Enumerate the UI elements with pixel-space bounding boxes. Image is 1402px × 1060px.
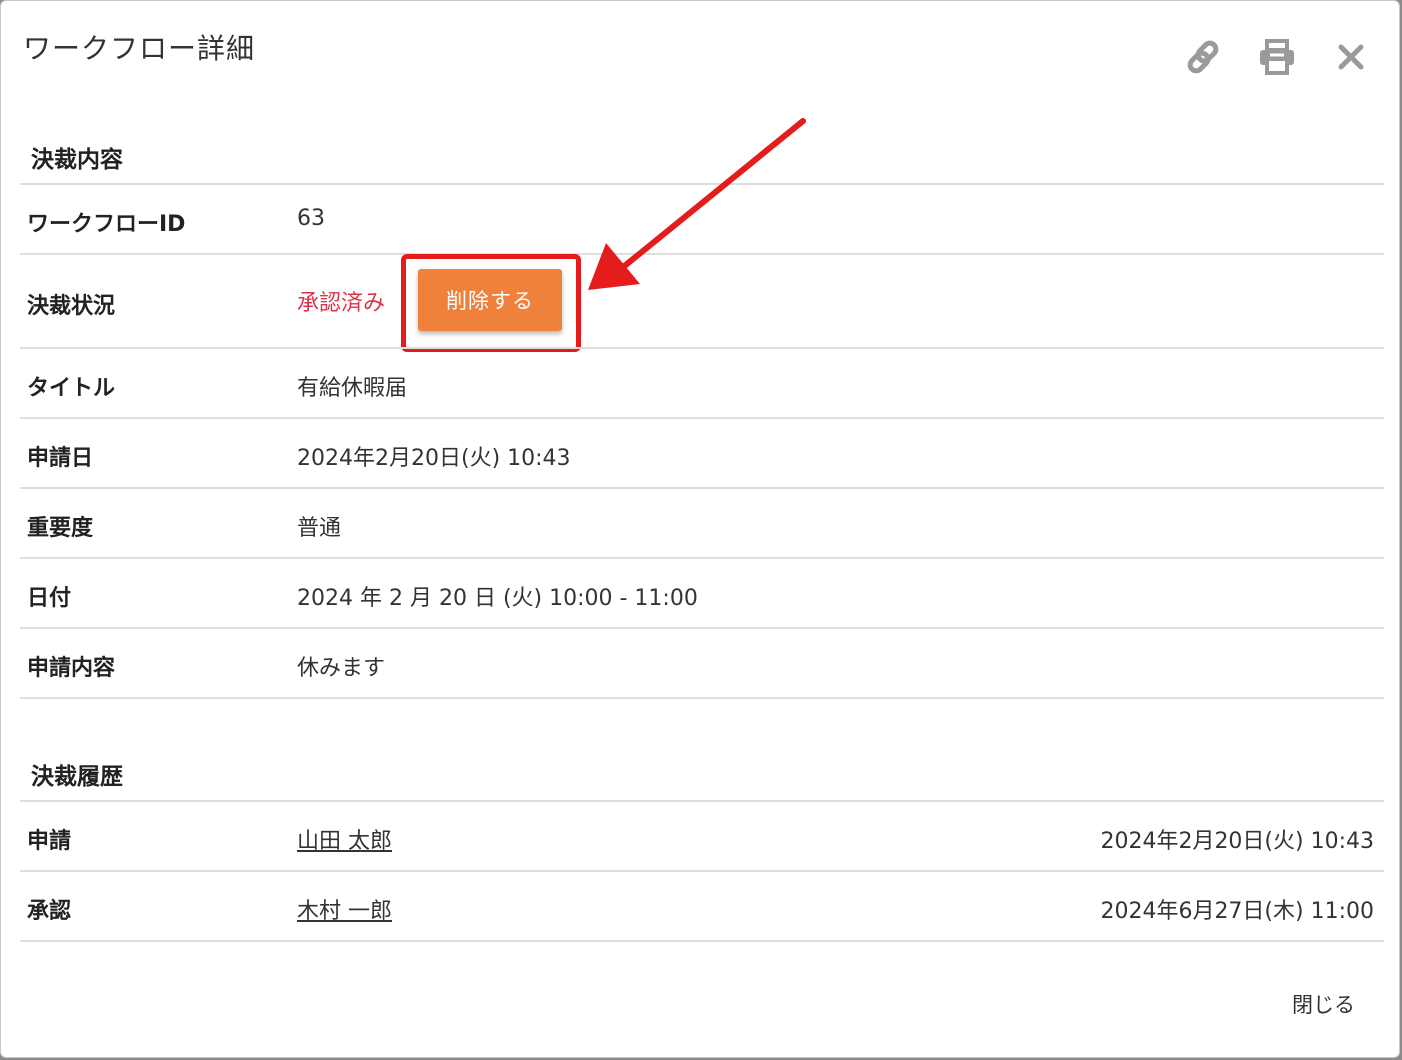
- close-icon[interactable]: [1331, 37, 1371, 77]
- divider: [20, 557, 1384, 559]
- divider: [20, 347, 1384, 349]
- importance-value: 普通: [297, 516, 342, 541]
- divider: [20, 253, 1384, 255]
- status-label: 決裁状況: [27, 294, 116, 319]
- history-action: 申請: [27, 829, 72, 854]
- history-datetime: 2024年6月27日(木) 11:00: [1100, 899, 1374, 924]
- workflow-detail-dialog: ワークフロー詳細 決裁内容 ワークフローID 63 決裁状況 承認済み 削除する…: [0, 0, 1400, 1058]
- content-label: 申請内容: [27, 656, 116, 681]
- dialog-title: ワークフロー詳細: [23, 32, 256, 65]
- history-datetime: 2024年2月20日(火) 10:43: [1100, 829, 1374, 854]
- link-icon[interactable]: [1183, 37, 1223, 77]
- content-value: 休みます: [297, 656, 386, 681]
- divider: [20, 487, 1384, 489]
- history-section-heading: 決裁履歴: [31, 764, 123, 790]
- delete-button[interactable]: 削除する: [418, 269, 562, 331]
- divider: [20, 627, 1384, 629]
- date-label: 日付: [27, 586, 72, 611]
- importance-label: 重要度: [27, 516, 94, 541]
- history-user-link[interactable]: 木村 一郎: [297, 893, 392, 925]
- divider: [20, 870, 1384, 872]
- workflow-id-label: ワークフローID: [27, 212, 186, 237]
- applied-date-label: 申請日: [27, 446, 94, 471]
- close-button[interactable]: 閉じる: [1292, 989, 1355, 1019]
- applied-date-value: 2024年2月20日(火) 10:43: [297, 446, 571, 471]
- divider: [20, 940, 1384, 942]
- divider: [20, 417, 1384, 419]
- details-section-heading: 決裁内容: [31, 147, 123, 173]
- history-action: 承認: [27, 899, 72, 924]
- title-label: タイトル: [27, 376, 116, 401]
- title-value: 有給休暇届: [297, 376, 408, 401]
- workflow-id-value: 63: [297, 206, 325, 231]
- history-user-link[interactable]: 山田 太郎: [297, 823, 392, 855]
- print-icon[interactable]: [1257, 37, 1297, 77]
- divider: [20, 697, 1384, 699]
- divider: [20, 800, 1384, 802]
- divider: [20, 183, 1384, 185]
- status-value: 承認済み: [297, 291, 386, 316]
- date-value: 2024 年 2 月 20 日 (火) 10:00 - 11:00: [297, 586, 698, 611]
